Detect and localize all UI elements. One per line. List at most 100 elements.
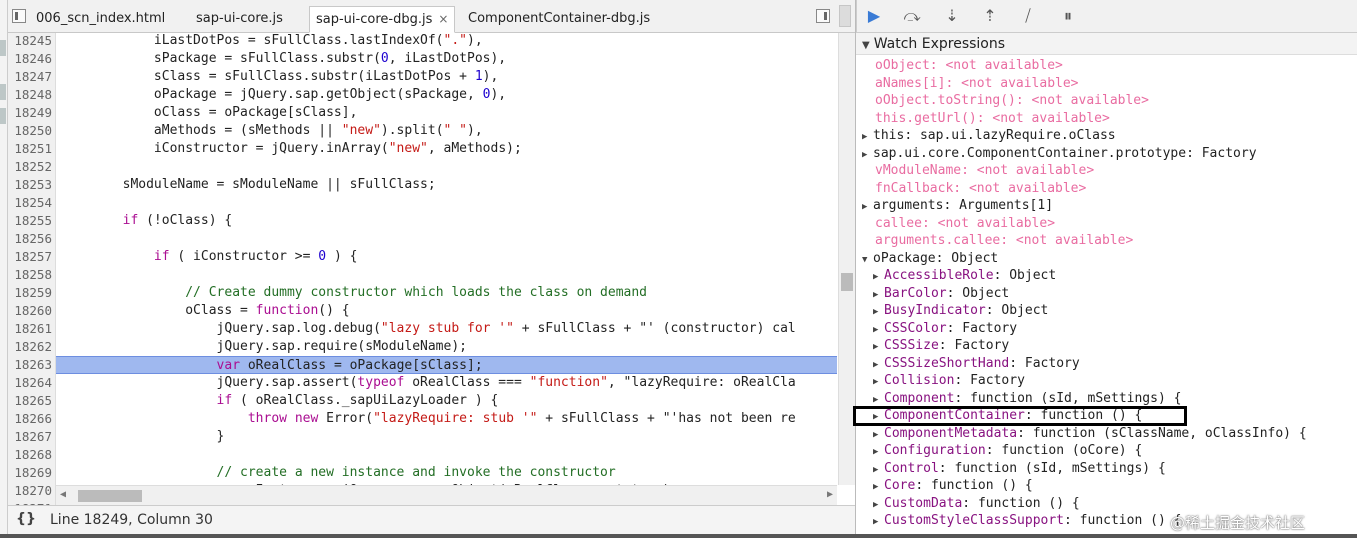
watch-item[interactable]: ▶ BusyIndicator: Object (856, 302, 1357, 320)
line-number[interactable]: 18264 (8, 374, 52, 392)
code-line: // create a new instance and invoke the … (216, 465, 616, 480)
watch-item[interactable]: oObject.toString(): <not available> (856, 92, 1357, 110)
pause-on-exceptions-icon[interactable]: ⏸ (1058, 7, 1078, 25)
step-out-icon[interactable]: ⇡ (980, 7, 1000, 25)
left-strip-marker (0, 84, 6, 100)
watch-item-separator: : (943, 198, 960, 213)
horizontal-scroll-thumb[interactable] (78, 490, 142, 502)
line-number[interactable]: 18270 (8, 482, 52, 500)
line-number[interactable]: 18248 (8, 86, 52, 104)
line-number-gutter[interactable]: 18245 18246 18247 18248 18249 18250 18251 18252… (8, 33, 56, 505)
watch-item[interactable]: ▶ sap.ui.core.ComponentContainer.prototyp… (856, 145, 1357, 163)
line-number[interactable]: 18246 (8, 50, 52, 68)
line-number[interactable]: 18269 (8, 464, 52, 482)
watch-item[interactable]: ▶ CSSColor: Factory (856, 320, 1357, 338)
watch-item[interactable]: ▶ AccessibleRole: Object (856, 267, 1357, 285)
watch-item[interactable]: this.getUrl(): <not available> (856, 110, 1357, 128)
pretty-print-icon[interactable]: {} (16, 511, 36, 527)
watch-item[interactable]: ▶ arguments: Arguments[1] (856, 197, 1357, 215)
watch-item[interactable]: fnCallback: <not available> (856, 180, 1357, 198)
watch-item-separator: : (961, 163, 977, 178)
tab-componentcontainer-dbg[interactable]: ComponentContainer-dbg.js (462, 6, 656, 33)
line-number[interactable]: 18260 (8, 302, 52, 320)
vertical-scroll-thumb[interactable] (841, 273, 853, 291)
watch-item-value: Factory (962, 320, 1018, 336)
line-number[interactable]: 18262 (8, 338, 52, 356)
tab-006-scn-index[interactable]: 006_scn_index.html (30, 6, 171, 33)
line-number[interactable]: 18253 (8, 176, 52, 194)
line-number[interactable]: 18256 (8, 230, 52, 248)
watch-item[interactable]: ▶ CSSSize: Factory (856, 337, 1357, 355)
watch-item[interactable]: ▼ oPackage: Object (856, 250, 1357, 268)
code-line: sClass = sFullClass.substr(iLastDotPos +… (60, 69, 499, 84)
code-line: iConstructor = jQuery.inArray("new", aMe… (60, 141, 522, 156)
code-line: oClass = function() { (60, 303, 350, 318)
watch-item[interactable]: ▶ Component: function (sId, mSettings) { (856, 390, 1357, 408)
toggle-navigator-icon[interactable] (12, 9, 26, 23)
watch-item[interactable]: ▶ CSSSizeShortHand: Factory (856, 355, 1357, 373)
line-number[interactable]: 18258 (8, 266, 52, 284)
line-number[interactable]: 18268 (8, 446, 52, 464)
scroll-left-icon[interactable]: ◀ (60, 489, 66, 500)
code-editor[interactable]: 18245 18246 18247 18248 18249 18250 18251 18252… (8, 33, 855, 505)
line-number[interactable]: 18263 (8, 356, 52, 374)
watch-item-value: <not available> (968, 180, 1087, 196)
current-execution-line: var oRealClass = oPackage[sClass]; (56, 356, 837, 374)
watch-expressions-header[interactable]: ▼ Watch Expressions (856, 33, 1357, 55)
scroll-right-icon[interactable]: ▶ (827, 489, 833, 500)
step-over-icon[interactable]: ⤼ (902, 7, 922, 25)
deactivate-breakpoints-icon[interactable]: ⧸ (1018, 7, 1038, 25)
line-number[interactable]: 18251 (8, 140, 52, 158)
watch-item[interactable]: ▶ ComponentMetadata: function (sClassName… (856, 425, 1357, 443)
horizontal-scrollbar[interactable]: ◀ ▶ (56, 485, 837, 505)
close-tab-icon[interactable]: × (438, 7, 448, 32)
toggle-debugger-sidebar-icon[interactable] (816, 9, 830, 23)
watch-item[interactable]: vModuleName: <not available> (856, 162, 1357, 180)
line-number[interactable]: 18259 (8, 284, 52, 302)
annotation-highlight-box (853, 406, 1187, 426)
line-number[interactable]: 18267 (8, 428, 52, 446)
watch-item-name: arguments.callee (875, 233, 1001, 248)
watch-item-value: Factory (954, 338, 1010, 353)
line-number[interactable]: 18257 (8, 248, 52, 266)
line-number[interactable]: 18252 (8, 158, 52, 176)
line-number[interactable]: 18249 (8, 104, 52, 122)
watch-item[interactable]: oObject: <not available> (856, 57, 1357, 75)
watch-item-value: Object (962, 285, 1010, 301)
expand-triangle-icon[interactable]: ▶ (873, 514, 884, 532)
line-number[interactable]: 18245 (8, 33, 52, 50)
line-number[interactable]: 18254 (8, 194, 52, 212)
line-number[interactable]: 18250 (8, 122, 52, 140)
watch-item[interactable]: callee: <not available> (856, 215, 1357, 233)
step-into-icon[interactable]: ⇣ (942, 7, 962, 25)
watch-item[interactable]: ▶ this: sap.ui.lazyRequire.oClass (856, 127, 1357, 145)
code-line: oClass = oPackage[sClass], (60, 105, 358, 120)
line-number[interactable]: 18266 (8, 410, 52, 428)
watch-item[interactable]: ▶ BarColor: Object (856, 285, 1357, 303)
code-line: if ( iConstructor >= 0 ) { (153, 249, 358, 264)
editor-status-bar: {} Line 18249, Column 30 (8, 505, 855, 534)
watch-item[interactable]: ▶ Collision: Factory (856, 372, 1357, 390)
watch-item-name: this (873, 128, 905, 143)
line-number[interactable]: 18265 (8, 392, 52, 410)
resume-icon[interactable]: ▶ (864, 7, 884, 25)
tab-overflow-scroll[interactable] (839, 5, 851, 27)
line-number[interactable]: 18255 (8, 212, 52, 230)
line-number[interactable]: 18261 (8, 320, 52, 338)
watch-item-name: fnCallback (875, 180, 954, 196)
toolbar-separator (856, 0, 857, 33)
line-number[interactable]: 18247 (8, 68, 52, 86)
watch-item[interactable]: ▶ Core: function () { (856, 477, 1357, 495)
watch-item[interactable]: ▶ Control: function (sId, mSettings) { (856, 460, 1357, 478)
code-line: if (!oClass) { (122, 213, 233, 228)
watch-item[interactable]: arguments.callee: <not available> (856, 232, 1357, 250)
watch-item-value: Object (951, 250, 999, 266)
watch-item[interactable]: ▶ Configuration: function (oCore) { (856, 442, 1357, 460)
watch-item-name: aNames[i] (875, 75, 946, 91)
tab-sap-ui-core-dbg[interactable]: sap-ui-core-dbg.js × (309, 6, 456, 33)
watch-item[interactable]: ▶ CustomData: function () { (856, 495, 1357, 513)
watch-item[interactable]: aNames[i]: <not available> (856, 75, 1357, 93)
tab-sap-ui-core[interactable]: sap-ui-core.js (190, 6, 289, 33)
